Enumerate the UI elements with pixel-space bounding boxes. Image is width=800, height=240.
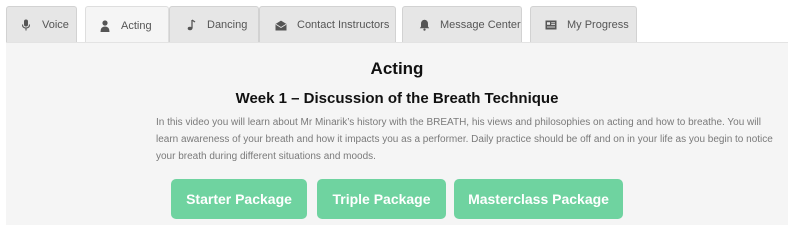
video-title: Week 1 – Discussion of the Breath Techni… [235,90,559,107]
page-title: Acting [370,59,424,78]
person-icon [99,19,111,32]
video-description: In this video you will learn about Mr Mi… [156,117,773,162]
tab-label: Voice [42,19,69,31]
tab-contact-instructors[interactable]: Contact Instructors [259,6,396,43]
tab-acting[interactable]: Acting [85,6,169,44]
tab-label: My Progress [567,19,629,31]
starter-package-button[interactable]: Starter Package [171,179,307,219]
progress-card-icon [545,19,557,31]
envelope-icon [275,19,287,31]
tab-content-panel: Acting Week 1 – Discussion of the Breath… [6,42,788,225]
tab-my-progress[interactable]: My Progress [530,6,637,43]
tab-dancing[interactable]: Dancing [169,6,259,43]
music-note-icon [185,19,197,31]
tab-label: Acting [121,19,152,32]
bell-icon [418,19,430,31]
tab-label: Dancing [207,19,248,31]
masterclass-package-button[interactable]: Masterclass Package [454,179,623,219]
tab-message-center[interactable]: Message Center [402,6,522,43]
triple-package-button[interactable]: Triple Package [317,179,446,219]
microphone-icon [20,19,32,31]
tab-label: Message Center [440,19,521,31]
tab-label: Contact Instructors [297,19,390,31]
tab-voice[interactable]: Voice [6,6,77,43]
